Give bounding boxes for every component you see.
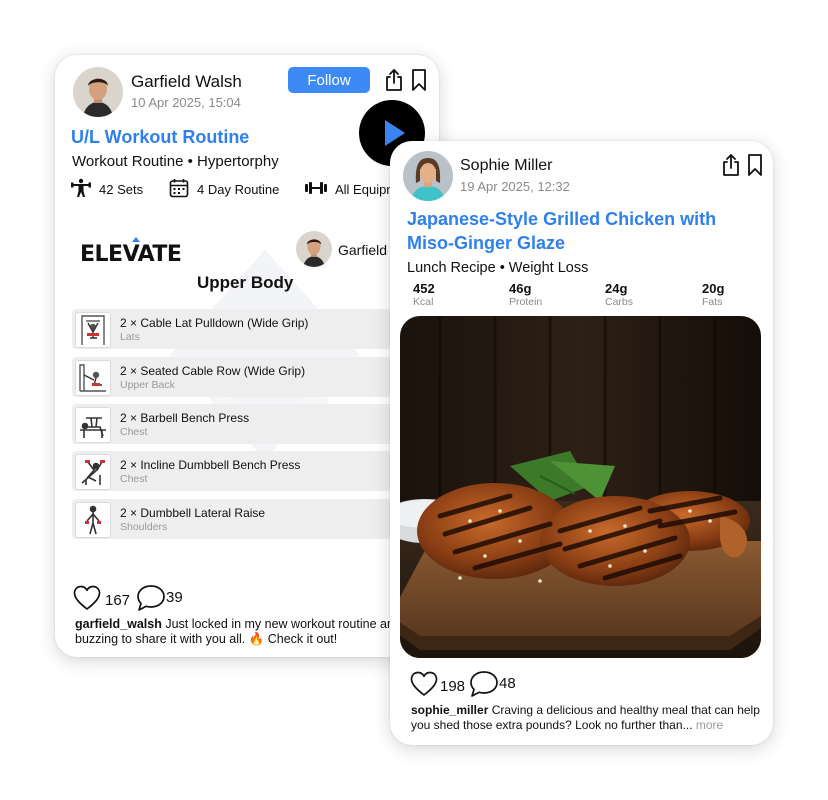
author-name[interactable]: Sophie Miller	[460, 157, 552, 175]
sets-stat: 42 Sets	[71, 178, 143, 201]
post-caption: garfield_walsh Just locked in my new wor…	[75, 617, 420, 647]
caption-username[interactable]: garfield_walsh	[75, 617, 162, 631]
garfield-avatar[interactable]	[73, 67, 123, 117]
comment-icon[interactable]	[136, 584, 166, 612]
heart-icon[interactable]	[410, 671, 438, 697]
equipment-stat: All Equipm	[305, 178, 397, 201]
share-icon[interactable]	[383, 68, 405, 92]
exercise-title: 2 × Dumbbell Lateral Raise	[120, 506, 266, 520]
elevate-logo-text: ELEVATE	[80, 242, 181, 265]
routine-label: 4 Day Routine	[197, 182, 280, 197]
like-count: 198	[440, 677, 466, 695]
engagement-bar: 198 48	[410, 670, 516, 698]
post-date: 10 Apr 2025, 15:04	[131, 95, 241, 110]
carbs-label: Carbs	[605, 296, 634, 308]
routine-stat: 4 Day Routine	[169, 178, 279, 201]
equipment-label: All Equipm	[335, 182, 398, 197]
post-date: 19 Apr 2025, 12:32	[460, 179, 570, 194]
post-title-line-2[interactable]: Miso-Ginger Glaze	[407, 233, 565, 254]
fats-label: Fats	[702, 296, 723, 308]
bookmark-icon[interactable]	[744, 153, 766, 177]
incline-dumbbell-press-thumbnail	[75, 454, 111, 490]
more-link[interactable]: more	[693, 718, 723, 732]
sophie-avatar[interactable]	[403, 151, 453, 201]
routine-preview[interactable]: ELEVATE Garfield Upper Body 2 × Cable La…	[55, 225, 439, 545]
comment-icon[interactable]	[469, 670, 499, 698]
cable-row-thumbnail	[75, 360, 111, 396]
bench-press-thumbnail	[75, 407, 111, 443]
sets-label: 42 Sets	[99, 182, 144, 197]
exercise-muscle: Lats	[120, 331, 140, 343]
follow-button[interactable]: Follow	[288, 67, 370, 93]
exercise-muscle: Chest	[120, 473, 148, 485]
exercise-title: 2 × Barbell Bench Press	[120, 411, 250, 425]
lat-pulldown-thumbnail	[75, 312, 111, 348]
preview-heading: Upper Body	[197, 273, 294, 292]
preview-author-avatar	[296, 231, 332, 267]
exercise-muscle: Shoulders	[120, 521, 168, 533]
post-subtitle: Lunch Recipe • Weight Loss	[407, 260, 589, 276]
exercise-title: 2 × Seated Cable Row (Wide Grip)	[120, 364, 306, 378]
preview-author-name: Garfield	[338, 242, 388, 258]
author-name[interactable]: Garfield Walsh	[131, 72, 242, 92]
protein-label: Protein	[509, 296, 543, 308]
post-title[interactable]: U/L Workout Routine	[71, 127, 249, 148]
exercise-row[interactable]: 2 × Dumbbell Lateral Raise Shoulders	[72, 499, 402, 539]
comment-count: 48	[499, 674, 516, 692]
carbs-value: 24g	[605, 281, 628, 296]
engagement-bar: 167 39	[73, 584, 183, 612]
post-subtitle: Workout Routine • Hypertorphy	[72, 153, 279, 170]
like-count: 167	[105, 591, 131, 609]
heart-icon[interactable]	[73, 585, 101, 611]
post-caption: sophie_miller Craving a delicious and he…	[411, 703, 761, 733]
dumbbell-person-icon	[71, 178, 91, 201]
caption-username[interactable]: sophie_miller	[411, 703, 488, 717]
lateral-raise-thumbnail	[75, 502, 111, 538]
fats-value: 20g	[702, 281, 725, 296]
exercise-muscle: Chest	[120, 426, 148, 438]
barbell-icon	[305, 178, 327, 201]
exercise-row[interactable]: 2 × Seated Cable Row (Wide Grip) Upper B…	[72, 357, 402, 397]
kcal-label: Kcal	[413, 296, 434, 308]
exercise-muscle: Upper Back	[120, 379, 175, 391]
elevate-logo: ELEVATE	[80, 237, 185, 270]
calendar-icon	[169, 178, 189, 201]
post-title-line-1[interactable]: Japanese-Style Grilled Chicken with	[407, 209, 716, 230]
exercise-row[interactable]: 2 × Barbell Bench Press Chest	[72, 404, 402, 444]
recipe-post-card: Sophie Miller 19 Apr 2025, 12:32 Japanes…	[390, 141, 773, 745]
exercise-row[interactable]: 2 × Incline Dumbbell Bench Press Chest	[72, 451, 402, 491]
protein-value: 46g	[509, 281, 532, 296]
exercise-row[interactable]: 2 × Cable Lat Pulldown (Wide Grip) Lats	[72, 309, 402, 349]
kcal-value: 452	[413, 281, 435, 296]
comment-count: 39	[166, 588, 183, 606]
exercise-title: 2 × Cable Lat Pulldown (Wide Grip)	[120, 316, 309, 330]
recipe-photo[interactable]	[400, 316, 761, 658]
bookmark-icon[interactable]	[408, 68, 430, 92]
exercise-title: 2 × Incline Dumbbell Bench Press	[120, 458, 301, 472]
share-icon[interactable]	[720, 153, 742, 177]
